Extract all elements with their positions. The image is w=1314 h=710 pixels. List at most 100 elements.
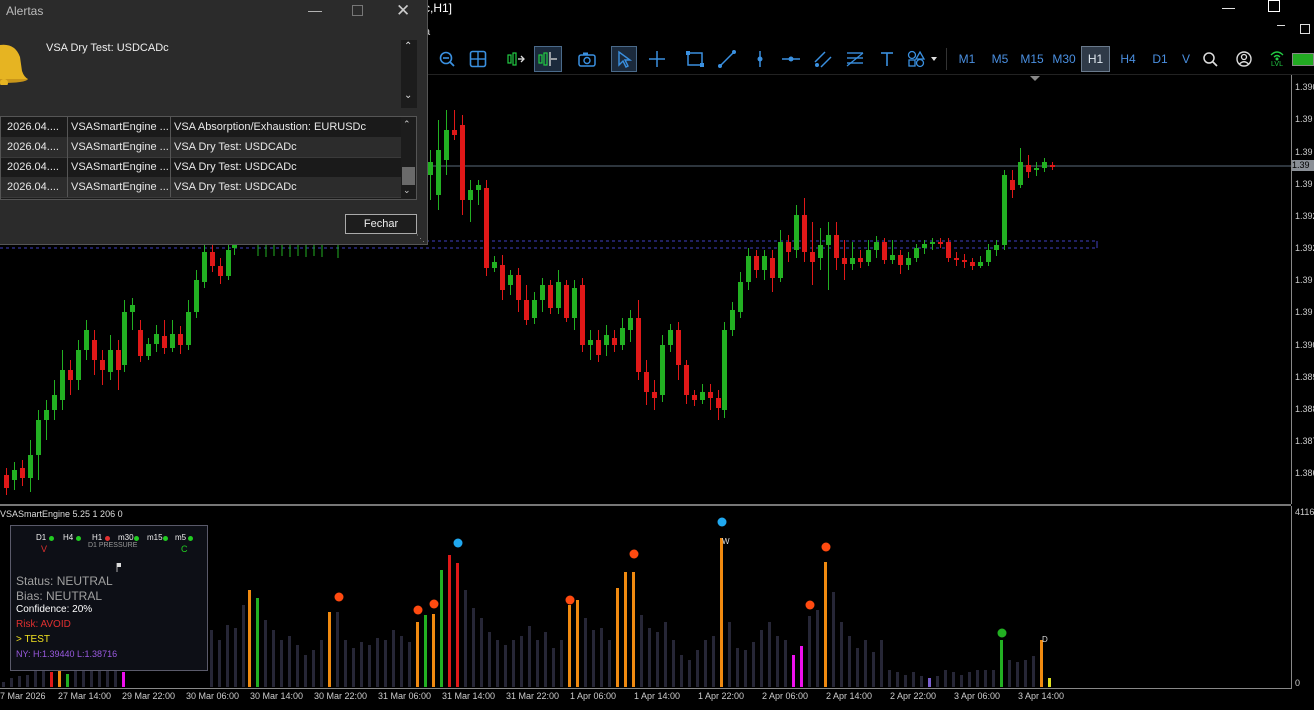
status-text: Status: NEUTRAL — [16, 574, 113, 588]
time-label: 2 Apr 22:00 — [890, 691, 937, 701]
candle-body — [620, 328, 625, 345]
minimize-button[interactable]: — — [1222, 0, 1235, 15]
volume-bar — [424, 615, 427, 687]
volume-bar — [592, 630, 595, 687]
volume-bar — [624, 572, 627, 687]
candle-body — [436, 150, 441, 195]
close-alerts-button[interactable]: Fechar — [345, 214, 417, 234]
volume-bar — [848, 636, 851, 687]
tf-m15[interactable]: M15 — [1017, 46, 1047, 72]
alert-row[interactable]: 2026.04.... VSASmartEngine ... VSA Dry T… — [1, 177, 401, 198]
account-icon[interactable] — [1231, 46, 1257, 72]
volume-bar — [856, 648, 859, 687]
tf-more[interactable]: V — [1178, 46, 1194, 72]
volume-bar — [920, 676, 923, 687]
volume-bar — [18, 676, 21, 687]
tf-m30[interactable]: M30 — [1049, 46, 1079, 72]
alert-list[interactable]: 2026.04.... VSASmartEngine ... VSA Absor… — [0, 116, 417, 200]
signal-dot — [429, 599, 439, 609]
fibonacci-icon[interactable] — [842, 46, 868, 72]
list-scroll-thumb[interactable] — [402, 167, 415, 185]
candle-body — [500, 265, 505, 290]
list-scroll-down-icon[interactable]: ⌄ — [403, 185, 411, 196]
alert-row[interactable]: 2026.04.... VSASmartEngine ... VSA Dry T… — [1, 157, 401, 178]
subwindow-separator[interactable] — [0, 504, 1291, 506]
maximize-button[interactable] — [1268, 0, 1280, 12]
tf-h4[interactable]: H4 — [1114, 46, 1142, 72]
alert-row[interactable]: 2026.04.... VSASmartEngine ... VSA Dry T… — [1, 137, 401, 158]
chart-shift-icon[interactable] — [534, 46, 562, 72]
price-label: 1.390 — [1295, 340, 1314, 350]
signal-dot — [821, 542, 831, 552]
tf-m5[interactable]: M5 — [986, 46, 1014, 72]
tf-h1[interactable]: H1 — [1081, 46, 1110, 72]
candle-body — [178, 334, 183, 345]
candle-body — [210, 252, 215, 266]
candle-body — [588, 340, 593, 345]
volume-bar — [712, 636, 715, 687]
indicator-scale-top: 4116 — [1295, 507, 1314, 517]
candle-body — [476, 185, 481, 190]
signal-level-icon[interactable]: LVL — [1264, 45, 1290, 73]
volume-bar — [872, 652, 875, 687]
channel-icon[interactable] — [810, 46, 836, 72]
shapes-icon[interactable] — [905, 46, 941, 72]
candle-body — [628, 318, 633, 330]
rectangle-icon[interactable] — [682, 46, 708, 72]
alerts-minimize-button[interactable]: — — [308, 2, 322, 18]
volume-bar — [736, 648, 739, 687]
candle-body — [1026, 165, 1031, 172]
tf-m1[interactable]: M1 — [953, 46, 981, 72]
message-scroll-up-icon[interactable]: ⌃ — [404, 41, 412, 52]
list-scrollbar[interactable]: ⌃ ⌄ — [401, 117, 416, 199]
candle-body — [802, 215, 807, 252]
text-icon[interactable] — [874, 46, 900, 72]
resize-grip-icon[interactable]: ⋱ — [416, 233, 425, 244]
time-axis-line — [0, 688, 1291, 689]
candle-body — [130, 305, 135, 312]
horizontal-line-icon[interactable] — [778, 46, 804, 72]
candle-body — [938, 242, 943, 244]
volume-bar — [832, 592, 835, 687]
inner-minimize-button[interactable] — [1277, 25, 1285, 26]
volume-bar — [776, 636, 779, 687]
volume-bar — [896, 672, 899, 687]
alerts-close-icon[interactable]: ✕ — [396, 1, 410, 21]
candle-body — [532, 300, 537, 318]
alert-row-message: VSA Dry Test: USDCADc — [174, 161, 297, 173]
alert-source: VSASmartEngine ... — [71, 181, 169, 193]
screenshot-icon[interactable] — [574, 46, 600, 72]
price-label: 1.39 — [1295, 147, 1313, 157]
candle-body — [778, 242, 783, 278]
cursor-icon[interactable] — [611, 46, 637, 72]
m5-direction: C — [181, 544, 188, 554]
alert-message: VSA Dry Test: USDCADc — [46, 42, 169, 54]
trendline-icon[interactable] — [714, 46, 740, 72]
alert-row[interactable]: 2026.04.... VSASmartEngine ... VSA Absor… — [1, 117, 401, 138]
inner-restore-button[interactable] — [1300, 24, 1310, 34]
candle-body — [946, 242, 951, 258]
indicator-name: VSASmartEngine 5.25 1 206 0 — [0, 509, 123, 519]
list-scroll-up-icon[interactable]: ⌃ — [403, 119, 411, 130]
time-label: 29 Mar 22:00 — [122, 691, 176, 701]
tf-d1[interactable]: D1 — [1146, 46, 1174, 72]
volume-bar — [296, 645, 299, 687]
signal-text: > TEST — [16, 634, 50, 645]
volume-bar — [632, 572, 635, 687]
autoscroll-icon[interactable] — [503, 46, 529, 72]
zoom-out-icon[interactable] — [434, 46, 460, 72]
volume-bar — [768, 622, 771, 687]
candle-body — [100, 360, 105, 370]
message-scroll-down-icon[interactable]: ⌄ — [404, 90, 412, 101]
candle-body — [866, 250, 871, 262]
indicator-scale-bottom: 0 — [1295, 678, 1301, 688]
indicator-scale[interactable] — [1291, 506, 1314, 689]
volume-bar — [496, 640, 499, 687]
alerts-maximize-button[interactable] — [352, 5, 363, 16]
volume-bar — [552, 648, 555, 687]
search-icon[interactable] — [1197, 46, 1223, 72]
crosshair-icon[interactable] — [644, 46, 670, 72]
menu-strip — [424, 20, 1314, 44]
vertical-line-icon[interactable] — [747, 46, 773, 72]
tile-icon[interactable] — [465, 46, 491, 72]
